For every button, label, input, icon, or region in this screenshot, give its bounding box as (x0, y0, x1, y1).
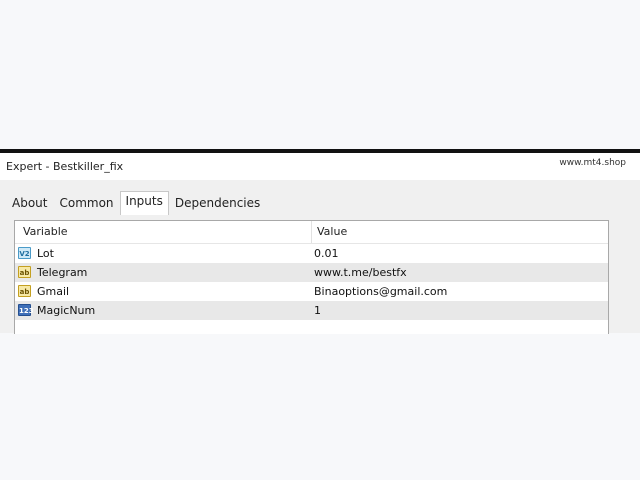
inputs-table: Variable Value V2 Lot 0.01 ab Telegram w… (14, 220, 609, 334)
table-row-telegram[interactable]: ab Telegram www.t.me/bestfx (15, 263, 608, 282)
column-divider[interactable] (311, 221, 312, 243)
title-bar[interactable]: Expert - Bestkiller_fix www.mt4.shop (0, 153, 640, 180)
string-value-icon: ab (18, 266, 31, 278)
variable-value[interactable]: Binaoptions@gmail.com (314, 285, 447, 298)
variable-value[interactable]: 1 (314, 304, 321, 317)
table-row-gmail[interactable]: ab Gmail Binaoptions@gmail.com (15, 282, 608, 301)
double-value-icon: V2 (18, 247, 31, 259)
variable-name: Lot (37, 247, 54, 260)
watermark-text: www.mt4.shop (559, 158, 626, 168)
tab-about[interactable]: About (6, 191, 53, 214)
variable-value[interactable]: www.t.me/bestfx (314, 266, 407, 279)
table-header: Variable Value (15, 221, 608, 244)
tab-common[interactable]: Common (53, 191, 119, 214)
tab-dependencies[interactable]: Dependencies (169, 191, 266, 214)
tab-inputs[interactable]: Inputs (119, 191, 169, 215)
string-value-icon: ab (18, 285, 31, 297)
variable-name: Gmail (37, 285, 70, 298)
expert-properties-dialog: Expert - Bestkiller_fix www.mt4.shop Abo… (0, 153, 640, 334)
variable-name: MagicNum (37, 304, 96, 317)
table-row-lot[interactable]: V2 Lot 0.01 (15, 244, 608, 263)
page: Expert - Bestkiller_fix www.mt4.shop Abo… (0, 0, 640, 480)
column-header-variable[interactable]: Variable (23, 225, 68, 238)
window-title: Expert - Bestkiller_fix (6, 160, 124, 173)
variable-name: Telegram (37, 266, 88, 279)
integer-value-icon: 123 (18, 304, 34, 316)
tab-bar: About Common Inputs Dependencies (6, 191, 266, 215)
column-header-value[interactable]: Value (317, 225, 347, 238)
table-row-magicnum[interactable]: 123 MagicNum 1 (15, 301, 608, 320)
variable-value[interactable]: 0.01 (314, 247, 339, 260)
